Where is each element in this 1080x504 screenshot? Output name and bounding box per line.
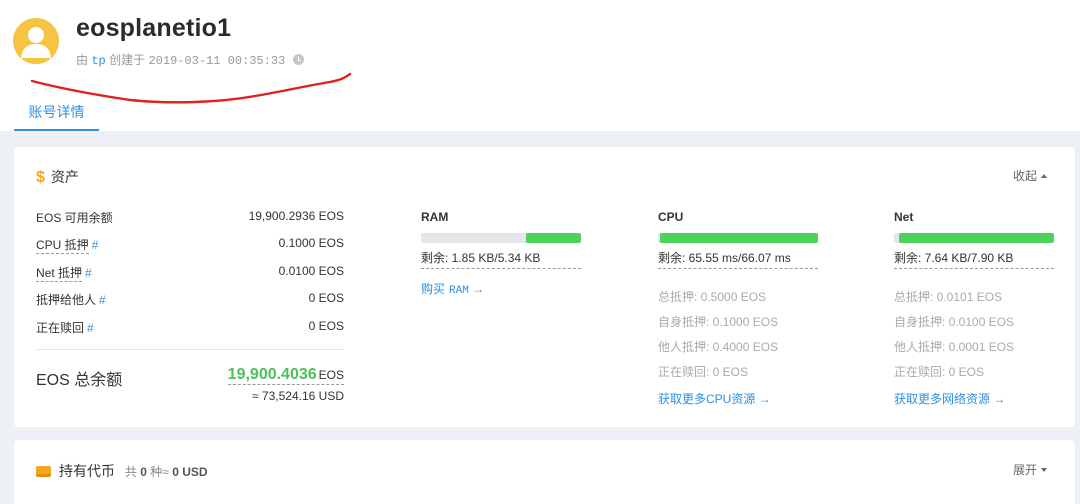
caret-down-icon xyxy=(1041,468,1047,472)
ram-title: RAM xyxy=(421,210,449,224)
net-self-stake: 自身抵押: 0.0100 EOS xyxy=(894,315,1015,329)
get-more-net-link[interactable]: 获取更多网络资源 → xyxy=(894,390,1054,407)
net-others-stake: 他人抵押: 0.0001 EOS xyxy=(894,340,1015,354)
balance-row-available: EOS 可用余额 19,900.2936 EOS xyxy=(36,209,344,225)
created-prefix: 由 xyxy=(76,53,89,67)
net-refunding: 正在赎回: 0 EOS xyxy=(894,365,985,379)
account-name: eosplanetio1 xyxy=(76,14,232,42)
net-usage-bar xyxy=(894,233,1054,243)
account-header: eosplanetio1 由 tp 创建于 2019-03-11 00:35:3… xyxy=(0,0,1080,131)
cpu-remaining: 剩余: 65.55 ms/66.07 ms xyxy=(658,249,818,269)
expand-button[interactable]: 展开 xyxy=(1013,461,1047,478)
get-more-cpu-link[interactable]: 获取更多CPU资源 → xyxy=(658,390,818,407)
cpu-resource: CPU 剩余: 65.55 ms/66.07 ms 总抵押: 0.5000 EO… xyxy=(658,210,818,407)
net-details: 总抵押: 0.0101 EOS 自身抵押: 0.0100 EOS 他人抵押: 0… xyxy=(894,285,1054,385)
divider xyxy=(36,349,344,350)
cpu-usage-fill xyxy=(659,233,818,243)
tokens-card: 持有代币 共 0 种≈ 0 USD 展开 xyxy=(14,440,1075,504)
total-balance-amount: 19,900.4036 EOS xyxy=(227,366,344,385)
account-created-meta: 由 tp 创建于 2019-03-11 00:35:33 xyxy=(76,51,304,68)
dollar-icon: $ xyxy=(36,169,45,186)
ram-usage-bar xyxy=(421,233,581,243)
collapse-button[interactable]: 收起 xyxy=(1013,167,1047,184)
ram-usage-fill xyxy=(525,233,581,243)
cpu-details: 总抵押: 0.5000 EOS 自身抵押: 0.1000 EOS 他人抵押: 0… xyxy=(658,285,818,385)
net-resource: Net 剩余: 7.64 KB/7.90 KB 总抵押: 0.0101 EOS … xyxy=(894,210,1054,407)
created-time: 2019-03-11 00:35:33 xyxy=(148,54,286,68)
total-balance-usd: ≈ 73,524.16 USD xyxy=(252,389,344,403)
created-label: 创建于 xyxy=(109,53,146,67)
tokens-title: 持有代币 共 0 种≈ 0 USD xyxy=(36,461,208,481)
balance-row-staked-others: 抵押给他人 # 0 EOS xyxy=(36,291,344,307)
clock-icon xyxy=(292,54,304,65)
balance-row-refunding: 正在赎回 # 0 EOS xyxy=(36,319,344,335)
cpu-others-stake: 他人抵押: 0.4000 EOS xyxy=(658,340,779,354)
ram-resource: RAM 剩余: 1.85 KB/5.34 KB 购买 RAM → xyxy=(421,210,581,297)
net-stake-link[interactable]: # xyxy=(85,266,92,280)
total-balance-label: EOS 总余额 xyxy=(36,372,123,389)
cpu-total-stake: 总抵押: 0.5000 EOS xyxy=(658,290,767,304)
cpu-self-stake: 自身抵押: 0.1000 EOS xyxy=(658,315,779,329)
refunding-link[interactable]: # xyxy=(87,321,94,335)
coins-icon xyxy=(36,466,51,477)
tab-account-details[interactable]: 账号详情 xyxy=(14,93,99,131)
cpu-stake-link[interactable]: # xyxy=(92,238,99,252)
ram-remaining: 剩余: 1.85 KB/5.34 KB xyxy=(421,249,581,269)
cpu-title: CPU xyxy=(658,210,684,224)
user-avatar-icon xyxy=(13,18,59,64)
assets-title: $ 资产 xyxy=(36,169,79,186)
balance-row-cpu-stake: CPU 抵押 # 0.1000 EOS xyxy=(36,236,344,254)
tokens-summary: 共 0 种≈ 0 USD xyxy=(124,465,208,479)
net-title: Net xyxy=(894,210,914,224)
buy-ram-link[interactable]: 购买 RAM → xyxy=(421,280,581,297)
net-usage-fill xyxy=(899,233,1054,243)
cpu-usage-bar xyxy=(658,233,818,243)
caret-up-icon xyxy=(1041,174,1047,178)
assets-card: $ 资产 收起 EOS 可用余额 19,900.2936 EOS CPU 抵押 # … xyxy=(14,147,1075,427)
creator-link[interactable]: tp xyxy=(91,54,105,68)
staked-others-link[interactable]: # xyxy=(99,293,106,307)
cpu-refunding: 正在赎回: 0 EOS xyxy=(658,365,749,379)
balance-row-net-stake: Net 抵押 # 0.0100 EOS xyxy=(36,264,344,282)
net-total-stake: 总抵押: 0.0101 EOS xyxy=(894,290,1003,304)
net-remaining: 剩余: 7.64 KB/7.90 KB xyxy=(894,249,1054,269)
